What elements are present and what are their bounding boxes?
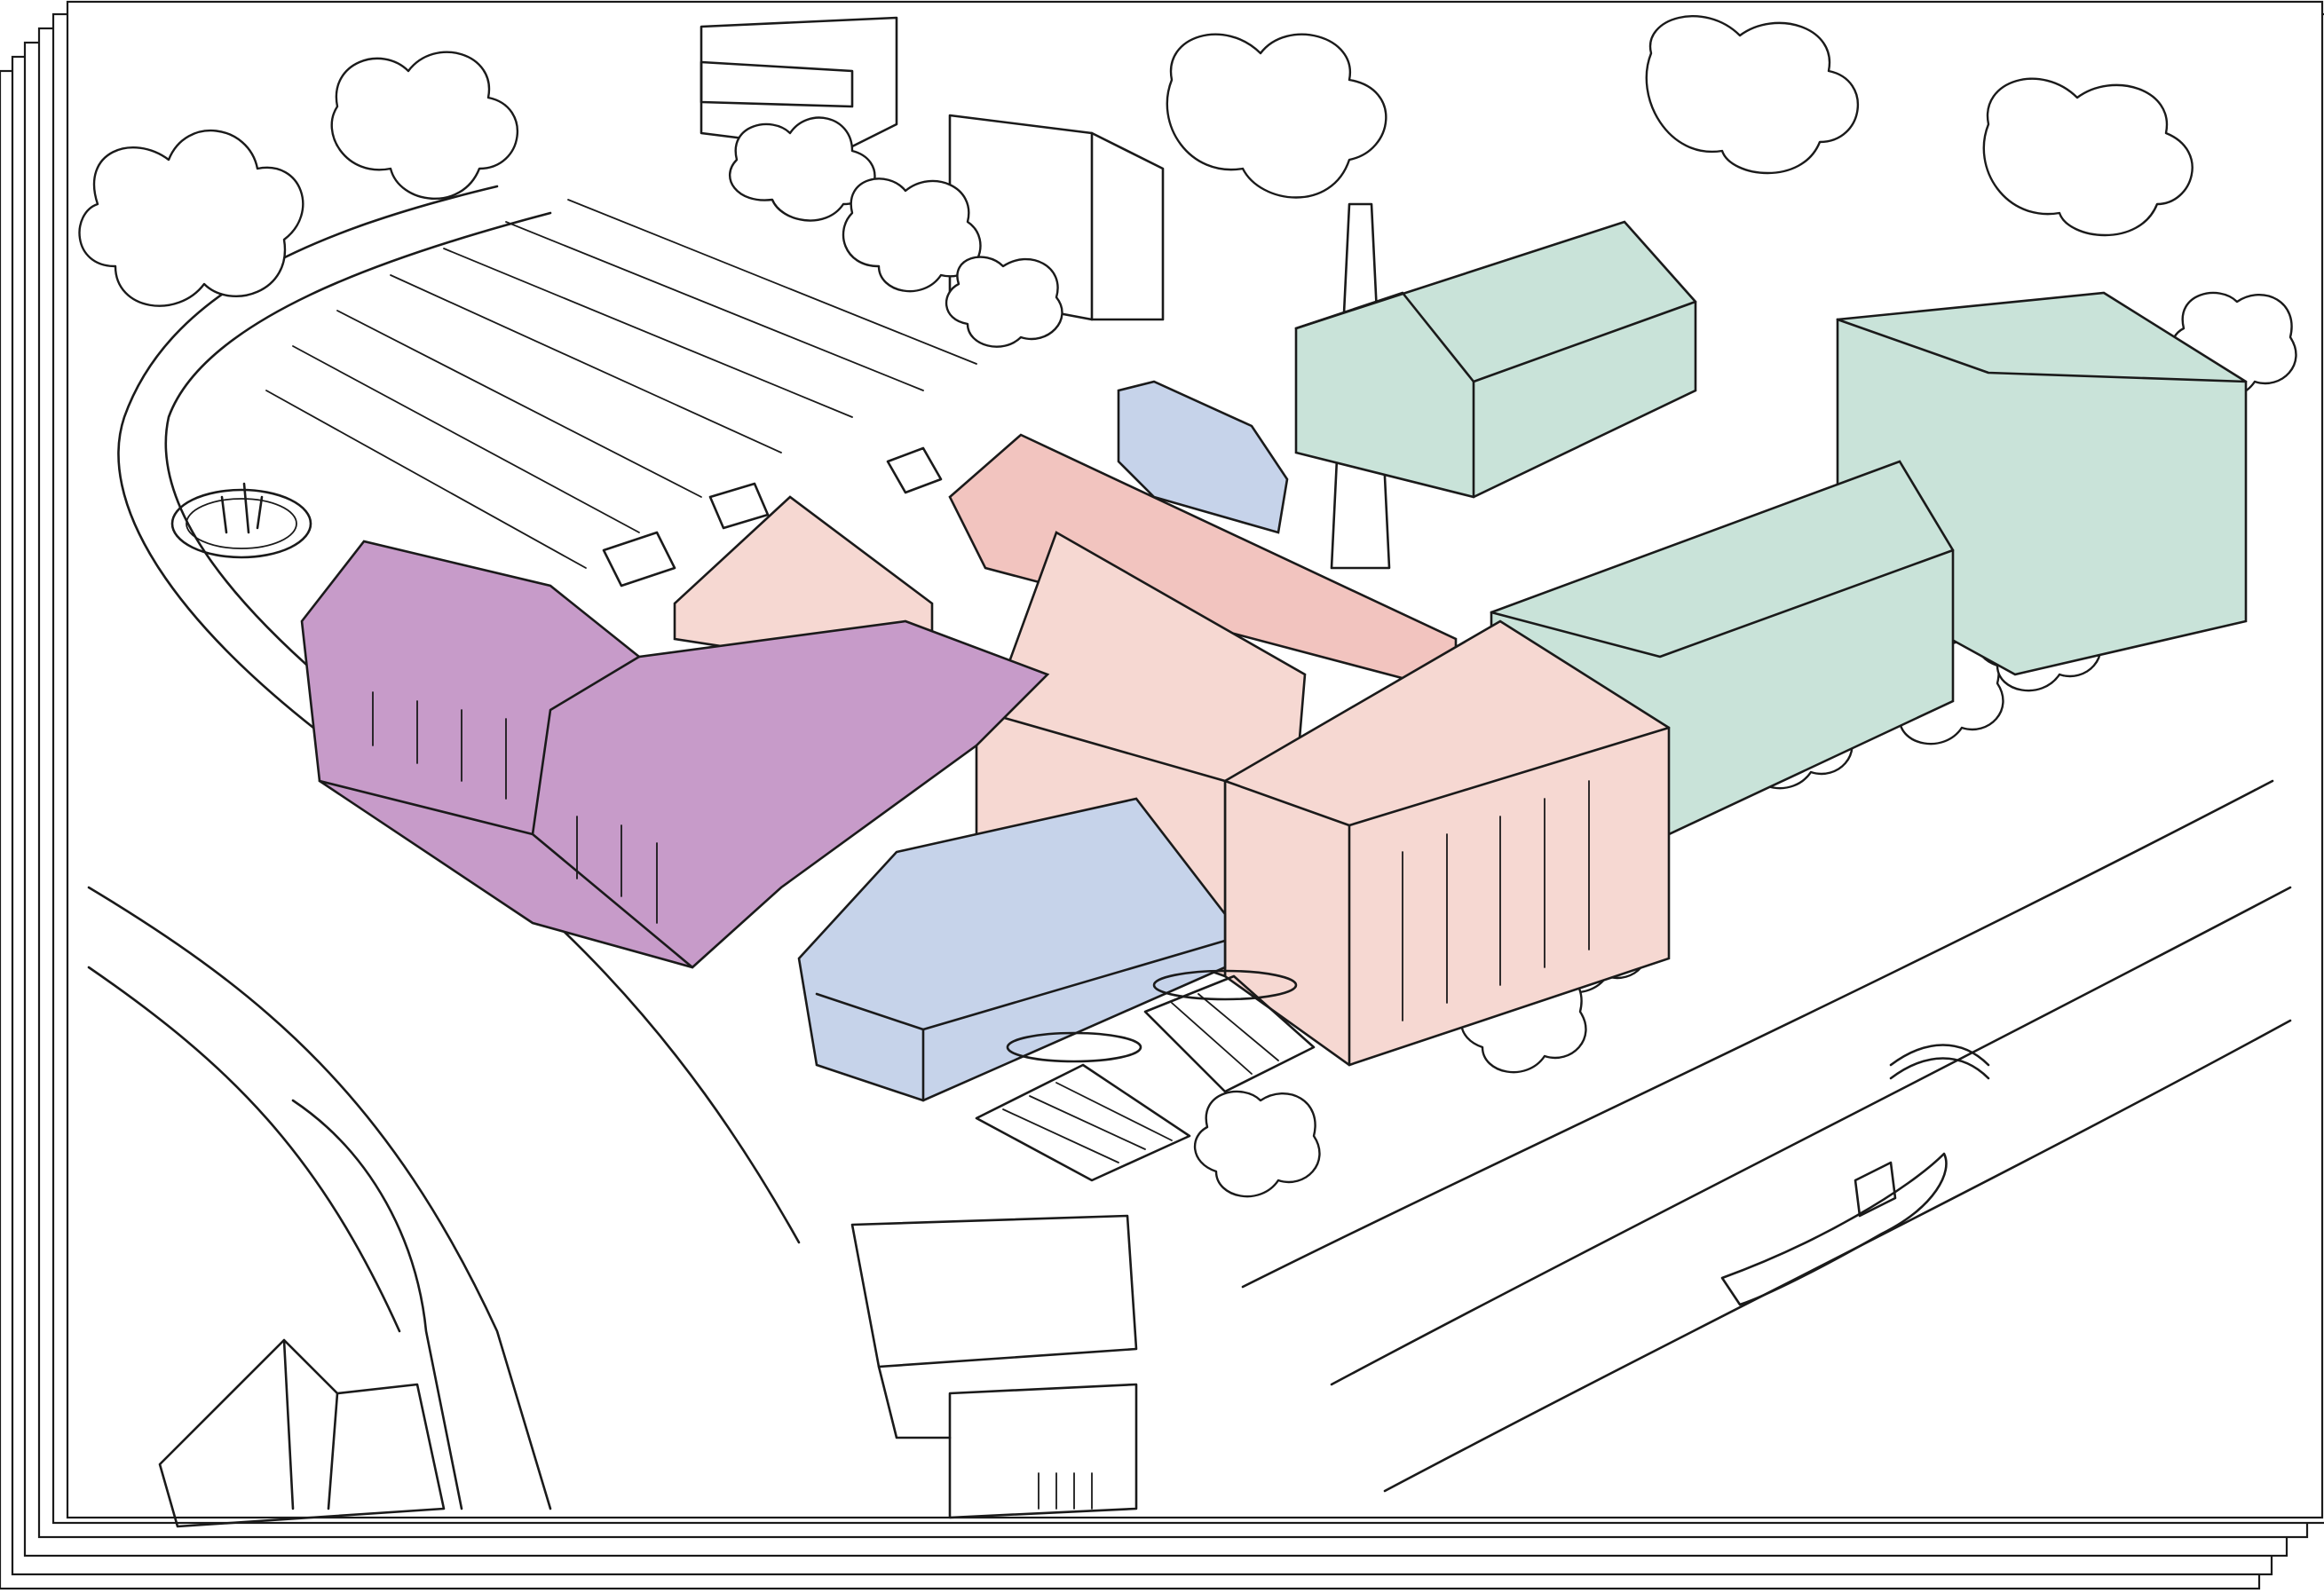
site-sketch (0, 0, 2324, 1590)
